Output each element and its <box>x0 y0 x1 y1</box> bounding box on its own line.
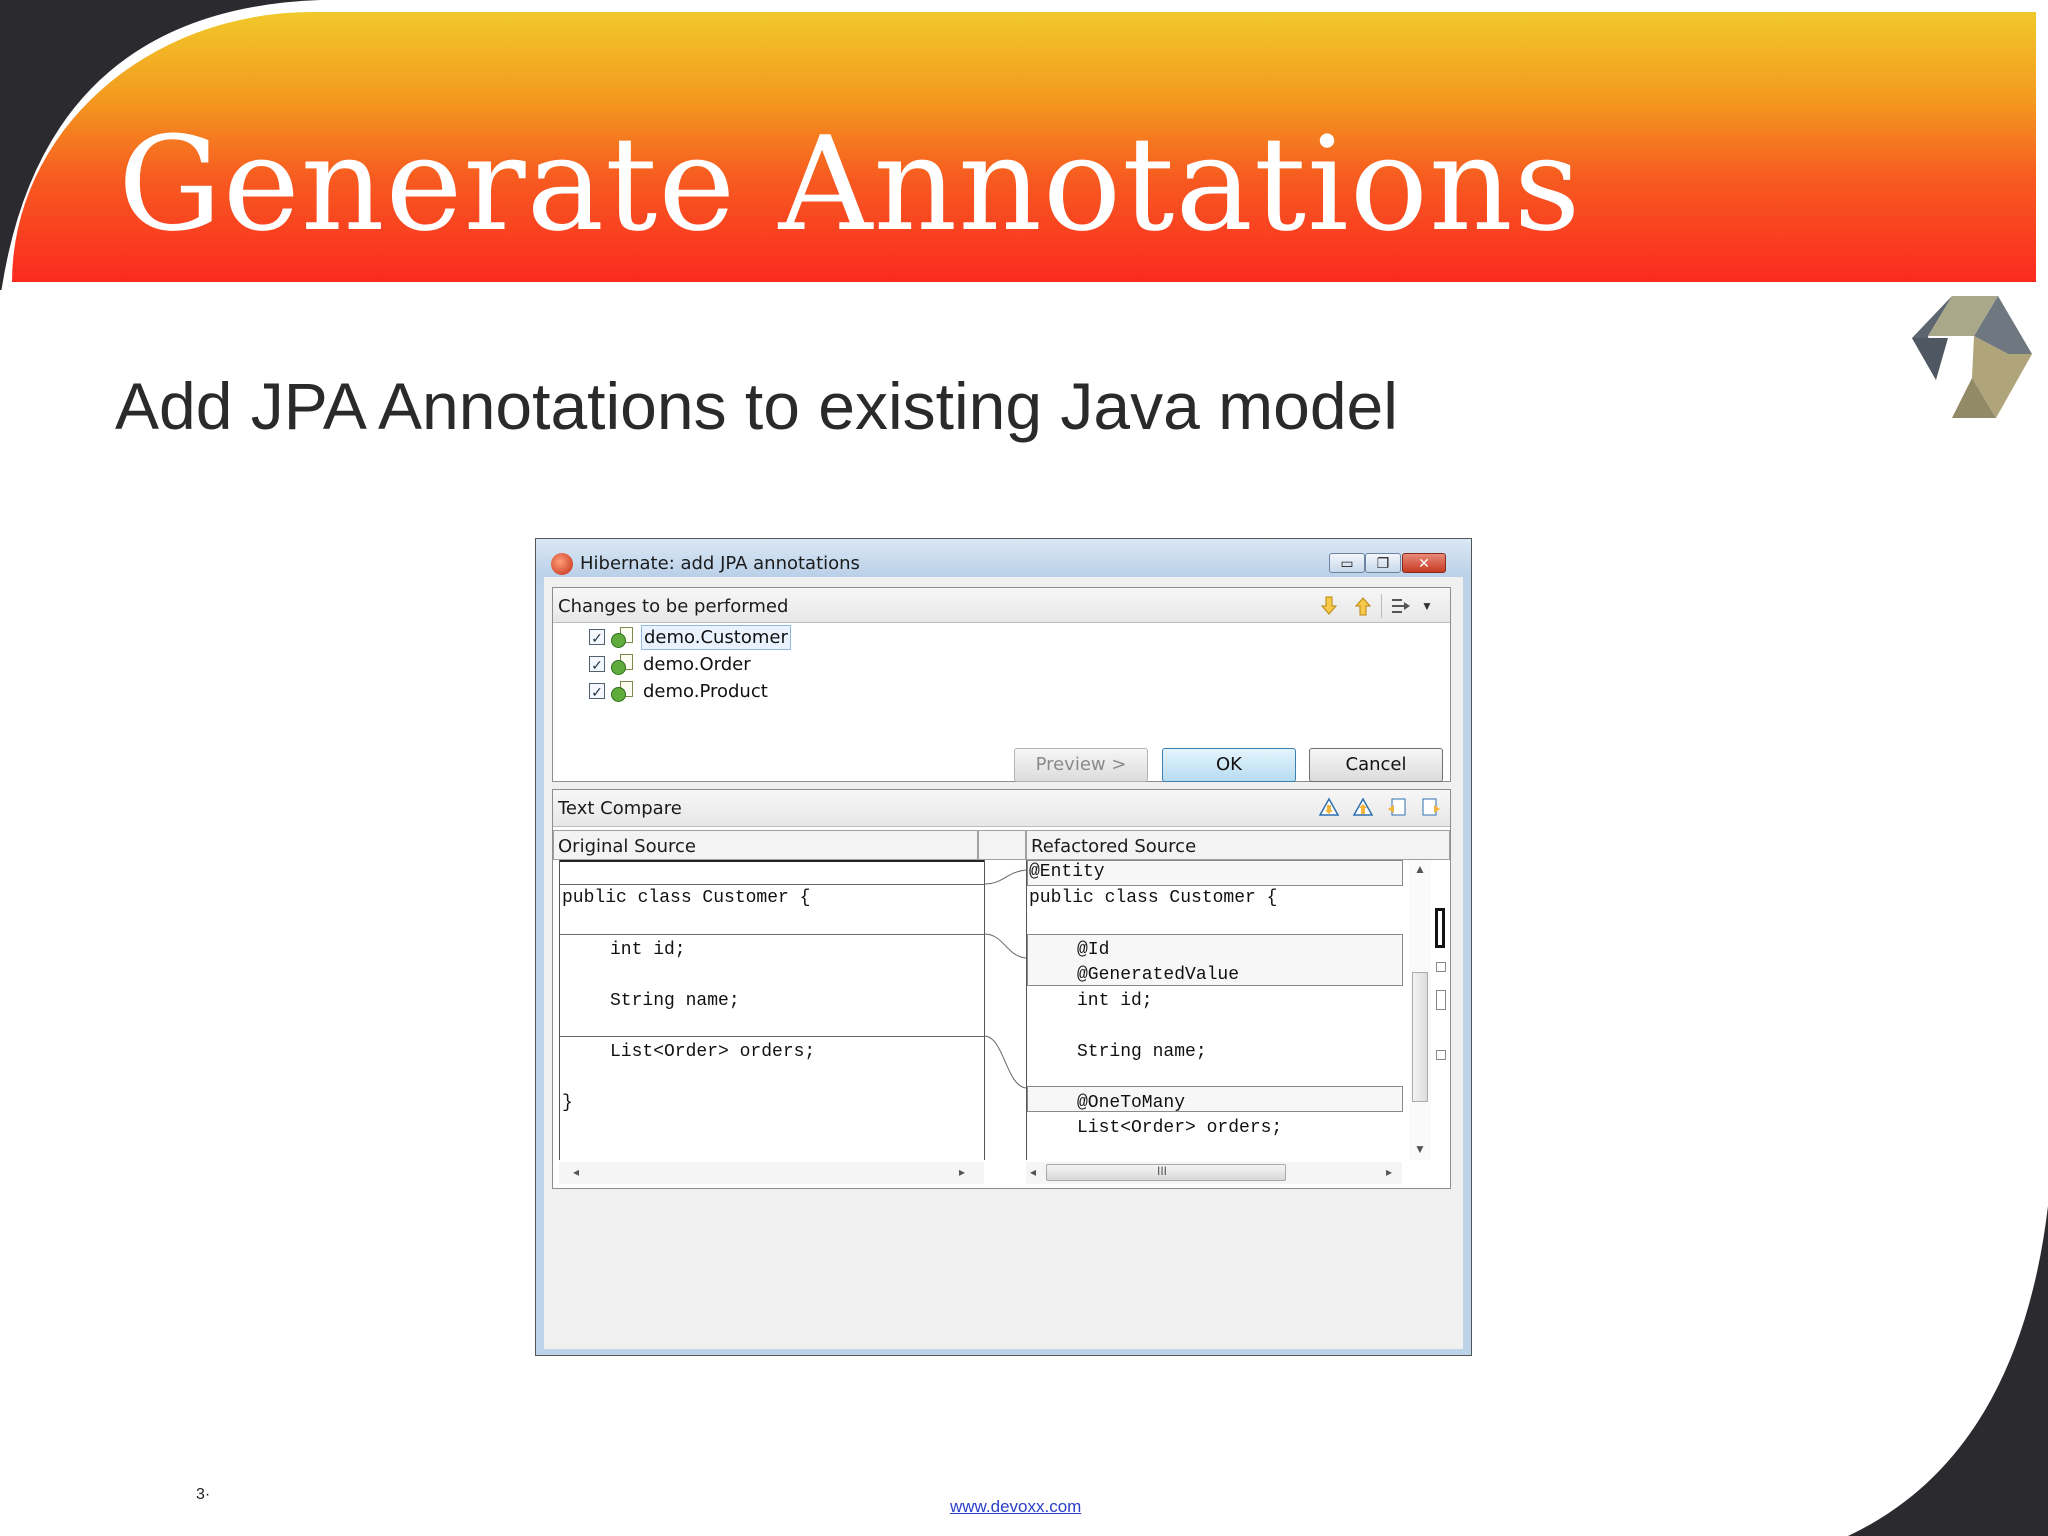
dropdown-icon[interactable]: ▼ <box>1415 594 1439 618</box>
changes-header: Changes to be performed ▼ <box>553 588 1450 623</box>
refactored-source-title: Refactored Source <box>1031 836 1197 857</box>
slide-title: Generate Annotations <box>118 108 1582 260</box>
list-item-label: demo.Order <box>643 653 751 675</box>
left-horizontal-scrollbar[interactable]: ◂ ▸ <box>559 1162 984 1184</box>
previous-diff-icon[interactable] <box>1351 796 1375 820</box>
add-jpa-annotations-dialog: Hibernate: add JPA annotations ▭ ❐ ✕ Cha… <box>535 538 1472 1356</box>
scroll-up-icon[interactable]: ▲ <box>1414 862 1426 876</box>
refactored-source-editor[interactable]: @Entity public class Customer { @Id @Gen… <box>1026 860 1403 1160</box>
page-number: 3· <box>196 1486 211 1503</box>
footer-link[interactable]: www.devoxx.com <box>950 1497 1081 1517</box>
minimize-icon: ▭ <box>1340 555 1354 571</box>
code-line: @OneToMany <box>1077 1093 1186 1113</box>
arrow-down-icon[interactable] <box>1317 594 1341 618</box>
list-item-label: demo.Product <box>643 680 768 702</box>
code-line: @Entity <box>1029 862 1105 882</box>
original-source-editor[interactable]: public class Customer { int id; String n… <box>559 860 985 1160</box>
scroll-left-icon[interactable]: ◂ <box>1030 1165 1036 1179</box>
original-source-title: Original Source <box>558 836 696 857</box>
diff-divider <box>560 934 984 935</box>
list-item[interactable]: ✓ demo.Product <box>589 678 770 704</box>
diff-connector-gutter <box>984 869 1026 1089</box>
diff-divider <box>560 884 984 885</box>
slide-subtitle: Add JPA Annotations to existing Java mod… <box>115 369 1398 443</box>
overview-marker <box>1436 962 1446 972</box>
java-class-icon <box>611 654 633 675</box>
copy-left-icon[interactable] <box>1385 796 1409 820</box>
original-source-header: Original Source <box>553 830 978 860</box>
list-item[interactable]: ✓ demo.Order <box>589 651 753 677</box>
vertical-scrollbar[interactable]: ▲ ▼ <box>1409 860 1431 1160</box>
arrow-up-icon[interactable] <box>1351 594 1375 618</box>
gutter-header <box>978 830 1026 860</box>
code-line: public class Customer { <box>1029 888 1278 908</box>
overview-marker <box>1435 908 1445 948</box>
maximize-button[interactable]: ❐ <box>1365 553 1401 573</box>
changes-title: Changes to be performed <box>558 596 789 617</box>
code-line: int id; <box>1077 991 1153 1011</box>
scrollbar-thumb[interactable]: III <box>1046 1164 1286 1181</box>
preview-button[interactable]: Preview > <box>1014 748 1148 782</box>
cancel-button[interactable]: Cancel <box>1309 748 1443 782</box>
next-diff-icon[interactable] <box>1317 796 1341 820</box>
scroll-right-icon[interactable]: ▸ <box>1386 1165 1392 1179</box>
java-class-icon <box>611 627 633 648</box>
item-checkbox[interactable]: ✓ <box>589 656 605 673</box>
hibernate-logo <box>1912 296 2032 418</box>
refactored-source-header: Refactored Source <box>1026 830 1450 860</box>
scroll-down-icon[interactable]: ▼ <box>1414 1142 1426 1156</box>
code-line: List<Order> orders; <box>610 1042 816 1062</box>
java-class-icon <box>611 681 633 702</box>
item-checkbox[interactable]: ✓ <box>589 629 605 646</box>
code-line: } <box>562 1093 573 1113</box>
list-item-label: demo.Customer <box>641 624 791 650</box>
dialog-title: Hibernate: add JPA annotations <box>580 553 860 574</box>
code-line: List<Order> orders; <box>1077 1118 1283 1138</box>
item-checkbox[interactable]: ✓ <box>589 683 605 700</box>
compare-title: Text Compare <box>558 798 682 819</box>
right-horizontal-scrollbar[interactable]: ◂ III ▸ <box>1026 1162 1402 1184</box>
dialog-titlebar[interactable]: Hibernate: add JPA annotations ▭ ❐ ✕ <box>536 539 1471 577</box>
diff-overview-ruler[interactable] <box>1433 848 1449 1078</box>
diff-divider <box>560 860 984 862</box>
overview-marker <box>1436 1050 1446 1060</box>
scrollbar-thumb[interactable] <box>1412 972 1428 1102</box>
diff-divider <box>560 1036 984 1037</box>
copy-right-icon[interactable] <box>1419 796 1443 820</box>
dialog-body: Changes to be performed ▼ ✓ demo.Custome… <box>544 577 1463 1349</box>
scroll-left-icon[interactable]: ◂ <box>573 1165 579 1179</box>
scroll-right-icon[interactable]: ▸ <box>959 1165 965 1179</box>
code-line: String name; <box>1077 1042 1207 1062</box>
filter-icon[interactable] <box>1389 594 1413 618</box>
text-compare-panel: Text Compare Original Source Refactored … <box>552 789 1451 1189</box>
code-line: @GeneratedValue <box>1077 965 1240 985</box>
maximize-icon: ❐ <box>1376 555 1390 571</box>
scroll-grip: III <box>1157 1164 1168 1178</box>
close-button[interactable]: ✕ <box>1402 553 1446 573</box>
hibernate-app-icon <box>551 553 573 575</box>
minimize-button[interactable]: ▭ <box>1329 553 1365 573</box>
code-line: @Id <box>1077 940 1110 960</box>
list-item[interactable]: ✓ demo.Customer <box>589 624 791 650</box>
close-icon: ✕ <box>1418 555 1430 571</box>
ok-button[interactable]: OK <box>1162 748 1296 782</box>
code-line: int id; <box>610 940 686 960</box>
overview-marker <box>1436 990 1446 1010</box>
code-line: public class Customer { <box>562 888 811 908</box>
toolbar-separator <box>1381 594 1382 618</box>
compare-header: Text Compare <box>553 790 1450 827</box>
corner-decoration-bottom-right <box>1848 1206 2048 1536</box>
code-line: String name; <box>610 991 740 1011</box>
